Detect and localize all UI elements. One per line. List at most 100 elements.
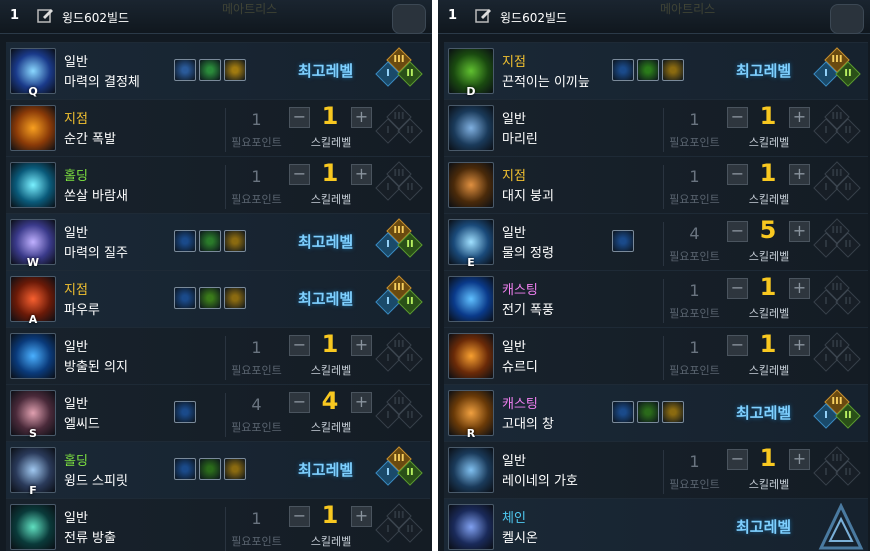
skill-level-value: 4 bbox=[321, 387, 339, 415]
spec-icon[interactable] bbox=[612, 230, 634, 252]
skill-name: 고대의 창 bbox=[502, 417, 554, 432]
decrease-level-button[interactable]: − bbox=[727, 278, 748, 299]
skill-row[interactable]: 체인 켈시온 최고레벨 bbox=[444, 498, 868, 551]
spec-icon[interactable] bbox=[637, 59, 659, 81]
skill-name: 방출된 의지 bbox=[64, 360, 128, 375]
skill-row[interactable]: 일반 방출된 의지 1 필요포인트 −1 + 스킬레벨 III I II bbox=[6, 327, 430, 384]
skill-row[interactable]: 일반 슈르디 1 필요포인트 −1 + 스킬레벨 III I II bbox=[444, 327, 868, 384]
skill-row[interactable]: 일반 전류 방출 1 필요포인트 −1 + 스킬레벨 III I II bbox=[6, 498, 430, 551]
tier-tier2-icon[interactable]: II bbox=[397, 460, 423, 486]
max-level-label: 최고레벨 bbox=[298, 233, 354, 251]
max-level-label: 최고레벨 bbox=[298, 461, 354, 479]
decrease-level-button[interactable]: − bbox=[289, 506, 310, 527]
skill-row[interactable]: 캐스팅 전기 폭풍 1 필요포인트 −1 + 스킬레벨 III I II bbox=[444, 270, 868, 327]
skill-name: 끈적이는 이끼늪 bbox=[502, 75, 590, 90]
skill-icon[interactable] bbox=[448, 276, 494, 322]
skill-row[interactable]: F 홀딩 윙드 스피릿 최고레벨 III I II bbox=[6, 441, 430, 498]
skill-icon[interactable] bbox=[448, 447, 494, 493]
tier-tier2-icon: II bbox=[835, 460, 861, 486]
decrease-level-button[interactable]: − bbox=[727, 107, 748, 128]
skill-row[interactable]: 일반 마리린 1 필요포인트 −1 + 스킬레벨 III I II bbox=[444, 99, 868, 156]
spec-icon[interactable] bbox=[662, 59, 684, 81]
spec-icon[interactable] bbox=[224, 458, 246, 480]
decrease-level-button[interactable]: − bbox=[289, 335, 310, 356]
tier-tier2-icon[interactable]: II bbox=[397, 61, 423, 87]
skill-row[interactable]: 지점 대지 붕괴 1 필요포인트 −1 + 스킬레벨 III I II bbox=[444, 156, 868, 213]
skill-hotkey: S bbox=[29, 427, 37, 440]
skill-level-value: 1 bbox=[321, 501, 339, 529]
skill-hotkey: E bbox=[467, 256, 475, 269]
skill-level-label: 스킬레벨 bbox=[748, 364, 790, 377]
increase-level-button[interactable]: + bbox=[789, 335, 810, 356]
increase-level-button[interactable]: + bbox=[789, 278, 810, 299]
tier-tier2-icon[interactable]: II bbox=[835, 403, 861, 429]
skill-row[interactable]: 지점 순간 폭발 1 필요포인트 −1 + 스킬레벨 III I II bbox=[6, 99, 430, 156]
overlay-text: 메아트리스 bbox=[222, 2, 278, 16]
skill-icon[interactable] bbox=[448, 504, 494, 550]
skill-type: 지점 bbox=[64, 112, 88, 127]
spec-icon[interactable] bbox=[174, 401, 196, 423]
decrease-level-button[interactable]: − bbox=[727, 164, 748, 185]
edit-icon[interactable] bbox=[36, 6, 54, 24]
tier-tier2-icon[interactable]: II bbox=[835, 61, 861, 87]
spec-icon[interactable] bbox=[662, 401, 684, 423]
chat-icon[interactable] bbox=[392, 4, 426, 34]
skill-type: 일반 bbox=[64, 226, 88, 241]
increase-level-button[interactable]: + bbox=[351, 335, 372, 356]
spec-icon[interactable] bbox=[199, 230, 221, 252]
skill-icon[interactable] bbox=[448, 162, 494, 208]
skill-row[interactable]: E 일반 물의 정령 4 필요포인트 −5 + 스킬레벨 III I II bbox=[444, 213, 868, 270]
max-level-label: 최고레벨 bbox=[298, 62, 354, 80]
skill-icon[interactable] bbox=[10, 333, 56, 379]
skill-icon[interactable] bbox=[448, 105, 494, 151]
edit-icon[interactable] bbox=[474, 6, 492, 24]
spec-icon[interactable] bbox=[637, 401, 659, 423]
decrease-level-button[interactable]: − bbox=[727, 449, 748, 470]
spec-icon[interactable] bbox=[612, 59, 634, 81]
decrease-level-button[interactable]: − bbox=[289, 164, 310, 185]
chat-icon[interactable] bbox=[830, 4, 864, 34]
tier-tier2-icon[interactable]: II bbox=[397, 232, 423, 258]
spec-icon[interactable] bbox=[199, 458, 221, 480]
skill-icon[interactable] bbox=[10, 504, 56, 550]
spec-icon[interactable] bbox=[199, 287, 221, 309]
tier-tier2-icon[interactable]: II bbox=[397, 289, 423, 315]
skill-row[interactable]: W 일반 마력의 질주 최고레벨 III I II bbox=[6, 213, 430, 270]
increase-level-button[interactable]: + bbox=[351, 392, 372, 413]
increase-level-button[interactable]: + bbox=[789, 221, 810, 242]
spec-icon[interactable] bbox=[224, 230, 246, 252]
spec-icon[interactable] bbox=[174, 458, 196, 480]
skill-type: 체인 bbox=[502, 511, 526, 526]
skill-row[interactable]: 일반 레이네의 가호 1 필요포인트 −1 + 스킬레벨 III I II bbox=[444, 441, 868, 498]
decrease-level-button[interactable]: − bbox=[727, 335, 748, 356]
skill-row[interactable]: S 일반 엘씨드 4 필요포인트 −4 + 스킬레벨 III I II bbox=[6, 384, 430, 441]
increase-level-button[interactable]: + bbox=[351, 164, 372, 185]
spec-icon[interactable] bbox=[199, 59, 221, 81]
tier-tier2-icon: II bbox=[835, 118, 861, 144]
decrease-level-button[interactable]: − bbox=[289, 392, 310, 413]
increase-level-button[interactable]: + bbox=[351, 506, 372, 527]
increase-level-button[interactable]: + bbox=[789, 107, 810, 128]
spec-icon[interactable] bbox=[174, 287, 196, 309]
skill-icon[interactable] bbox=[448, 333, 494, 379]
spec-icon[interactable] bbox=[224, 59, 246, 81]
decrease-level-button[interactable]: − bbox=[727, 221, 748, 242]
skill-row[interactable]: R 캐스팅 고대의 창 최고레벨 III I II bbox=[444, 384, 868, 441]
skill-row[interactable]: 홀딩 쏜살 바람새 1 필요포인트 −1 + 스킬레벨 III I II bbox=[6, 156, 430, 213]
spec-icon[interactable] bbox=[174, 59, 196, 81]
increase-level-button[interactable]: + bbox=[789, 449, 810, 470]
spec-icon[interactable] bbox=[612, 401, 634, 423]
skill-row[interactable]: D 지점 끈적이는 이끼늪 최고레벨 III I II bbox=[444, 42, 868, 99]
increase-level-button[interactable]: + bbox=[351, 107, 372, 128]
skill-row[interactable]: Q 일반 마력의 결정체 최고레벨 III I II bbox=[6, 42, 430, 99]
skill-type: 일반 bbox=[64, 397, 88, 412]
skill-type: 일반 bbox=[64, 511, 88, 526]
spec-icon[interactable] bbox=[224, 287, 246, 309]
skill-row[interactable]: A 지점 파우루 최고레벨 III I II bbox=[6, 270, 430, 327]
skill-type: 지점 bbox=[502, 169, 526, 184]
increase-level-button[interactable]: + bbox=[789, 164, 810, 185]
spec-icon[interactable] bbox=[174, 230, 196, 252]
decrease-level-button[interactable]: − bbox=[289, 107, 310, 128]
skill-icon[interactable] bbox=[10, 105, 56, 151]
skill-icon[interactable] bbox=[10, 162, 56, 208]
